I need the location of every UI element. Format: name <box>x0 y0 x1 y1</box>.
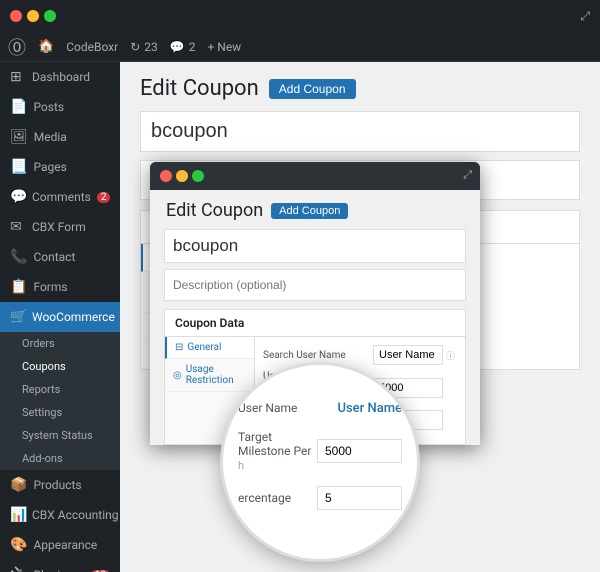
main-layout: ⊞ Dashboard 📄 Posts 🖼 Media 📃 Pages 💬 Co… <box>0 62 600 572</box>
appearance-icon: 🎨 <box>10 537 27 553</box>
mag-percentage-row: ercentage <box>238 486 402 510</box>
coupon-name-input[interactable] <box>140 111 580 152</box>
field-row-search-user: Search User Name ⓘ <box>263 345 457 365</box>
site-name[interactable]: CodeBoxr <box>66 40 118 54</box>
cbx-accounting-icon: 📊 <box>10 507 26 523</box>
sidebar-item-plugins[interactable]: 🔌 Plugins 19 <box>0 560 120 572</box>
updates-count[interactable]: ↻ 23 <box>130 40 158 54</box>
mag-percentage-input[interactable] <box>317 486 402 510</box>
sidebar-sub-item-system-status[interactable]: System Status <box>0 424 120 447</box>
sidebar-item-dashboard[interactable]: ⊞ Dashboard <box>0 62 120 92</box>
comments-badge: 2 <box>97 192 111 203</box>
content-area: Edit Coupon Add Coupon Coupon Data ⊟ Gen… <box>120 62 600 572</box>
overlay-traffic-lights <box>160 170 204 182</box>
sidebar-sub-item-coupons[interactable]: Coupons <box>0 355 120 378</box>
mag-milestone-label: Target Milestone Per h <box>238 430 317 472</box>
overlay-description-input[interactable] <box>164 269 466 301</box>
admin-bar: ⓪ 🏠 CodeBoxr ↻ 23 💬 2 + New <box>0 32 600 62</box>
mag-milestone-input[interactable] <box>317 439 402 463</box>
products-icon: 📦 <box>10 477 27 493</box>
sidebar-item-posts[interactable]: 📄 Posts <box>0 92 120 122</box>
mag-username-label: User Name <box>238 401 337 415</box>
forms-icon: 📋 <box>10 279 27 295</box>
comments-count[interactable]: 💬 2 <box>170 40 196 54</box>
sidebar-item-forms[interactable]: 📋 Forms <box>0 272 120 302</box>
plugins-icon: 🔌 <box>10 567 27 572</box>
sidebar: ⊞ Dashboard 📄 Posts 🖼 Media 📃 Pages 💬 Co… <box>0 62 120 572</box>
overlay-expand-icon: ⤢ <box>463 168 472 182</box>
dashboard-icon: ⊞ <box>10 69 26 85</box>
traffic-lights <box>10 10 56 22</box>
mag-milestone-subtext: h <box>238 459 244 472</box>
overlay-tab-general[interactable]: ⊟ General <box>165 337 254 359</box>
sidebar-item-media[interactable]: 🖼 Media <box>0 122 120 152</box>
home-icon[interactable]: 🏠 <box>38 39 54 54</box>
mag-percentage-label: ercentage <box>238 491 317 505</box>
new-content[interactable]: + New <box>207 40 241 54</box>
wp-logo-icon[interactable]: ⓪ <box>8 34 26 60</box>
overlay-titlebar: ⤢ <box>150 162 480 190</box>
overlay-fullscreen-button[interactable] <box>192 170 204 182</box>
sidebar-sub-item-orders[interactable]: Orders <box>0 332 120 355</box>
sidebar-item-products[interactable]: 📦 Products <box>0 470 120 500</box>
sidebar-item-woocommerce[interactable]: 🛒 WooCommerce <box>0 302 120 332</box>
overlay-page-title: Edit Coupon <box>166 200 263 221</box>
sidebar-item-comments[interactable]: 💬 Comments 2 <box>0 182 120 212</box>
contact-icon: 📞 <box>10 249 27 265</box>
comments-icon: 💬 <box>10 189 26 205</box>
sidebar-item-contact[interactable]: 📞 Contact <box>0 242 120 272</box>
search-user-hint: ⓘ <box>446 349 455 362</box>
sidebar-item-cbx-form[interactable]: ✉ CBX Form <box>0 212 120 242</box>
pages-icon: 📃 <box>10 159 27 175</box>
top-bar: ⤢ <box>0 0 600 32</box>
cbx-form-icon: ✉ <box>10 219 26 235</box>
magnifier-content: User Name User Name Target Milestone Per… <box>223 386 417 539</box>
woocommerce-submenu: Orders Coupons Reports Settings System S… <box>0 332 120 470</box>
minimize-button[interactable] <box>27 10 39 22</box>
sidebar-sub-item-reports[interactable]: Reports <box>0 378 120 401</box>
sidebar-item-appearance[interactable]: 🎨 Appearance <box>0 530 120 560</box>
search-user-input[interactable] <box>373 345 443 365</box>
overlay-coupon-data-header: Coupon Data <box>165 310 465 337</box>
overlay-minimize-button[interactable] <box>176 170 188 182</box>
overlay-tab-usage-restriction[interactable]: ◎ Usage Restriction <box>165 359 254 392</box>
sidebar-sub-item-add-ons[interactable]: Add-ons <box>0 447 120 470</box>
woocommerce-icon: 🛒 <box>10 309 26 325</box>
close-button[interactable] <box>10 10 22 22</box>
sidebar-item-pages[interactable]: 📃 Pages <box>0 152 120 182</box>
mag-milestone-row: Target Milestone Per h <box>238 430 402 472</box>
media-icon: 🖼 <box>10 129 28 145</box>
overlay-usage-icon: ◎ <box>173 370 182 381</box>
overlay-coupon-name-input[interactable] <box>164 229 466 263</box>
magnifier: User Name User Name Target Milestone Per… <box>220 362 420 562</box>
fullscreen-button[interactable] <box>44 10 56 22</box>
posts-icon: 📄 <box>10 99 27 115</box>
sidebar-sub-item-settings[interactable]: Settings <box>0 401 120 424</box>
add-coupon-button[interactable]: Add Coupon <box>269 79 356 99</box>
overlay-general-icon: ⊟ <box>175 342 183 353</box>
page-header: Edit Coupon Add Coupon <box>120 62 600 111</box>
overlay-add-coupon-button[interactable]: Add Coupon <box>271 203 348 219</box>
sidebar-item-cbx-accounting[interactable]: 📊 CBX Accounting <box>0 500 120 530</box>
search-user-label: Search User Name <box>263 350 373 361</box>
overlay-close-button[interactable] <box>160 170 172 182</box>
mag-username-value: User Name <box>337 401 402 416</box>
mag-username-row: User Name User Name <box>238 401 402 416</box>
expand-icon: ⤢ <box>580 9 590 24</box>
page-title: Edit Coupon <box>140 76 259 101</box>
overlay-page-header: Edit Coupon Add Coupon <box>150 190 480 229</box>
